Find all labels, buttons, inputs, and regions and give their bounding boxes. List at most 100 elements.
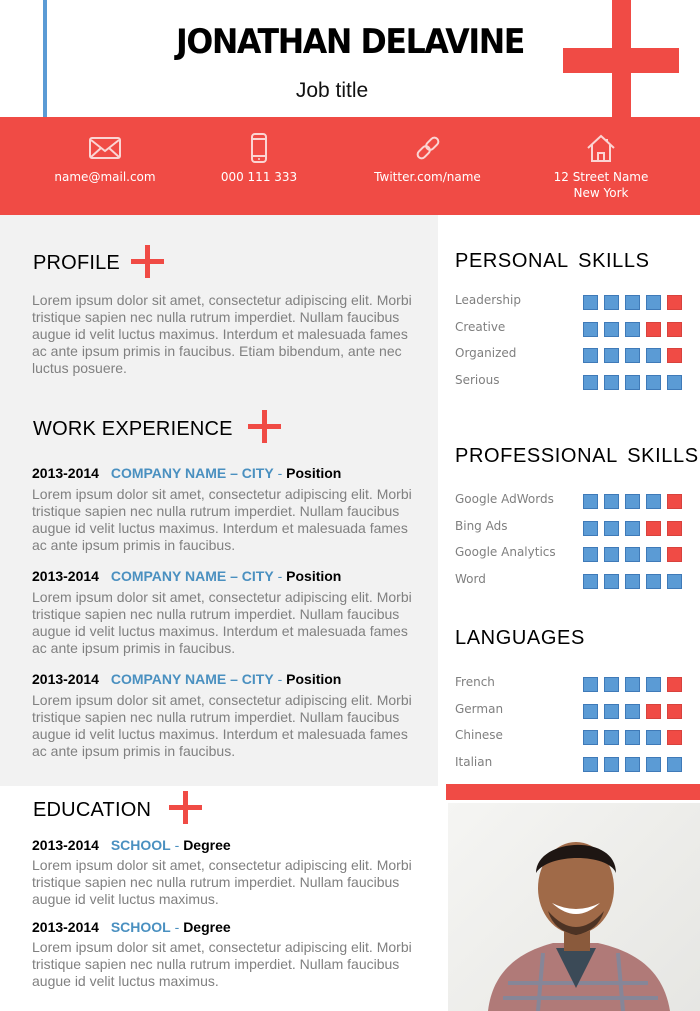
skill-label: French <box>455 675 495 689</box>
entry-company: COMPANY NAME – CITY <box>110 465 274 481</box>
rating-box-filled <box>604 730 619 745</box>
skill-row: Organized <box>455 346 685 366</box>
skill-row: Chinese <box>455 728 685 748</box>
rating-box-filled <box>583 374 598 390</box>
education-entry-text: Lorem ipsum dolor sit amet, consectetur … <box>32 857 412 907</box>
contact-email[interactable]: name@mail.com <box>40 117 170 185</box>
rating-box-filled <box>583 494 598 509</box>
rating-box-empty <box>667 730 682 745</box>
plus-icon <box>131 245 164 278</box>
education-heading: EDUCATION <box>33 799 152 821</box>
rating-box-filled <box>625 295 640 310</box>
entry-company: COMPANY NAME – CITY <box>110 671 274 687</box>
rating-box-filled <box>583 756 598 772</box>
contact-social[interactable]: Twitter.com/name <box>355 117 500 185</box>
rating-box-filled <box>646 374 661 390</box>
skill-row: Serious <box>455 373 685 393</box>
header-cross-horizontal <box>563 48 679 73</box>
rating-box-filled <box>604 677 619 692</box>
skill-rating <box>583 703 682 719</box>
entry-years: 2013-2014 <box>32 568 99 584</box>
skill-label: Google AdWords <box>455 492 554 506</box>
rating-box-filled <box>583 321 598 337</box>
candidate-name-text: JONATHAN DELAVINE <box>175 22 525 62</box>
work-experience-heading: WORK EXPERIENCE <box>33 418 233 440</box>
rating-box-empty <box>646 520 661 536</box>
rating-box-empty <box>646 703 661 719</box>
skill-label: Creative <box>455 319 506 334</box>
rating-box-filled <box>604 374 619 390</box>
rating-box-filled <box>583 547 598 562</box>
rating-box-empty <box>667 321 682 337</box>
house-icon <box>584 133 618 163</box>
contact-band: name@mail.com 000 111 333 Twitter.com/na… <box>0 117 700 215</box>
rating-box-filled <box>604 756 619 772</box>
skill-rating <box>583 520 682 536</box>
contact-address: 12 Street Name New York <box>530 117 672 201</box>
phone-icon <box>242 133 276 163</box>
rating-box-filled <box>625 703 640 719</box>
entry-separator: - <box>170 837 184 853</box>
entry-degree: Degree <box>183 919 231 935</box>
skill-rating <box>583 494 682 509</box>
work-entry-text: Lorem ipsum dolor sit amet, consectetur … <box>32 692 412 759</box>
rating-box-filled <box>646 677 661 692</box>
work-entry-header: 2013-2014 COMPANY NAME – CITY - Position <box>32 568 341 584</box>
entry-separator: - <box>170 919 184 935</box>
profile-heading: PROFILE <box>33 252 120 274</box>
rating-box-filled <box>646 730 661 745</box>
rating-box-filled <box>646 348 661 363</box>
rating-box-filled <box>625 573 640 589</box>
link-icon <box>411 133 445 163</box>
entry-years: 2013-2014 <box>32 837 99 853</box>
skill-row: Google AdWords <box>455 492 685 512</box>
rating-box-filled <box>583 295 598 310</box>
skill-row: Google Analytics <box>455 545 685 565</box>
rating-box-filled <box>625 321 640 337</box>
profile-photo <box>448 803 700 1011</box>
rating-box-filled <box>583 520 598 536</box>
rating-box-filled <box>667 573 682 589</box>
entry-position: Position <box>286 568 342 584</box>
entry-years: 2013-2014 <box>32 919 99 935</box>
rating-box-empty <box>667 520 682 536</box>
rating-box-filled <box>625 494 640 509</box>
rating-box-filled <box>604 547 619 562</box>
rating-box-empty <box>667 547 682 562</box>
personal-skills-heading: PERSONAL SKILLS <box>455 250 650 272</box>
skill-label: Word <box>455 571 486 586</box>
entry-years: 2013-2014 <box>32 465 99 481</box>
rating-box-empty <box>667 494 682 509</box>
social-text: Twitter.com/name <box>374 170 481 184</box>
skill-rating <box>583 573 682 589</box>
skill-row: German <box>455 702 685 722</box>
address-line2: New York <box>573 186 629 200</box>
job-title: Job title <box>295 79 369 102</box>
contact-phone[interactable]: 000 111 333 <box>198 117 320 185</box>
skill-row: Italian <box>455 755 685 775</box>
rating-box-filled <box>583 573 598 589</box>
envelope-icon <box>88 133 122 163</box>
skill-rating <box>583 374 682 390</box>
rating-box-filled <box>604 295 619 310</box>
skill-row: French <box>455 675 685 695</box>
rating-box-filled <box>625 756 640 772</box>
rating-box-filled <box>604 703 619 719</box>
address-line1: 12 Street Name <box>553 170 649 184</box>
entry-school: SCHOOL <box>110 919 171 935</box>
rating-box-filled <box>646 573 661 589</box>
person-photo-icon <box>488 842 670 1011</box>
rating-box-filled <box>625 374 640 390</box>
skill-row: Word <box>455 572 685 592</box>
skill-rating <box>583 677 682 692</box>
skill-rating <box>583 348 682 363</box>
rating-box-filled <box>583 730 598 745</box>
plus-icon <box>248 410 281 443</box>
rating-box-empty <box>667 703 682 719</box>
skill-rating <box>583 321 682 337</box>
rating-box-filled <box>604 573 619 589</box>
languages-heading: LANGUAGES <box>455 627 585 649</box>
rating-box-filled <box>604 494 619 509</box>
skill-rating <box>583 756 682 772</box>
entry-separator: - <box>273 568 287 584</box>
